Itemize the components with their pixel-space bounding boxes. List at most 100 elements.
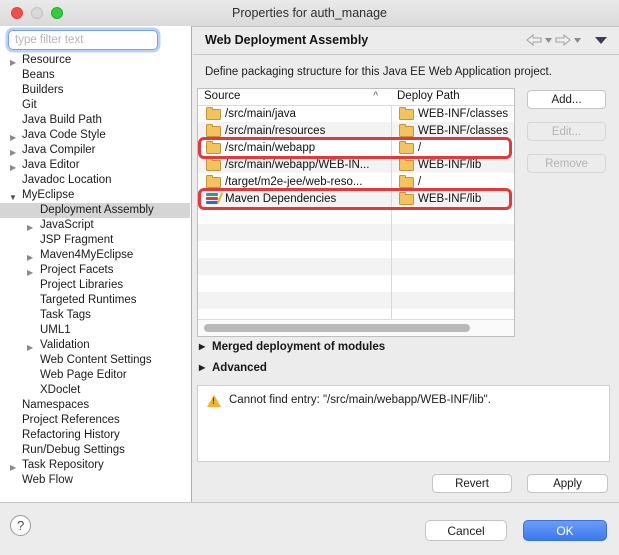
tree-item[interactable]: Project References [0, 413, 190, 428]
collapsed-arrow-icon[interactable]: ▶ [199, 342, 205, 351]
tree-item[interactable]: JavaScript [0, 218, 190, 233]
table-row[interactable]: /src/main/webapp / [198, 139, 514, 156]
preferences-sidebar: Resource Beans Builders Git Java Build P… [0, 26, 192, 502]
expand-arrow-icon[interactable] [9, 128, 21, 143]
tree-item[interactable]: Beans [0, 68, 190, 83]
tree-item[interactable]: Targeted Runtimes [0, 293, 190, 308]
tree-item[interactable]: Java Build Path [0, 113, 190, 128]
section-merged-deployment[interactable]: ▶ Merged deployment of modules [199, 341, 385, 353]
source-cell: Maven Dependencies [198, 190, 391, 207]
tree-item[interactable]: Web Page Editor [0, 368, 190, 383]
tree-item[interactable]: Git [0, 98, 190, 113]
view-menu-icon[interactable] [595, 37, 607, 44]
tree-item[interactable]: Task Repository [0, 458, 190, 473]
source-path: Maven Dependencies [225, 193, 336, 205]
tree-item-label: MyEclipse [22, 189, 74, 201]
tree-item[interactable]: UML1 [0, 323, 190, 338]
deploy-path: WEB-INF/classes [418, 125, 508, 137]
tree-item-label: Targeted Runtimes [40, 294, 137, 306]
tree-item[interactable]: Project Libraries [0, 278, 190, 293]
add-button[interactable]: Add... [527, 90, 606, 109]
tree-item[interactable]: Builders [0, 83, 190, 98]
help-button[interactable]: ? [10, 515, 31, 536]
expand-arrow-icon[interactable] [9, 458, 21, 473]
deploy-cell: / [391, 173, 514, 190]
tree-item[interactable]: Namespaces [0, 398, 190, 413]
expand-arrow-icon[interactable] [9, 158, 21, 173]
expand-arrow-icon[interactable] [9, 143, 21, 158]
tree-item-label: XDoclet [40, 384, 80, 396]
tree-item-label: Javadoc Location [22, 174, 112, 186]
tree-item[interactable]: Resource [0, 53, 190, 68]
folder-icon [399, 160, 414, 171]
table-row[interactable]: /src/main/java WEB-INF/classes [198, 105, 514, 122]
header-divider [193, 54, 619, 55]
back-arrow-icon[interactable] [526, 34, 542, 46]
source-path: /src/main/resources [225, 125, 325, 137]
close-icon[interactable] [11, 7, 23, 19]
expand-arrow-icon[interactable] [26, 218, 38, 233]
tree-item[interactable]: Deployment Assembly [0, 203, 190, 218]
expand-arrow-icon[interactable] [26, 248, 38, 263]
window-title: Properties for auth_manage [0, 0, 619, 26]
tree-item-label: Project Facets [40, 264, 114, 276]
tree-item[interactable]: Javadoc Location [0, 173, 190, 188]
tree-item[interactable]: Java Editor [0, 158, 190, 173]
collapsed-arrow-icon[interactable]: ▶ [199, 363, 205, 372]
table-row[interactable]: /src/main/resources WEB-INF/classes [198, 122, 514, 139]
tree-item-label: Java Editor [22, 159, 80, 171]
tree-item[interactable]: Task Tags [0, 308, 190, 323]
folder-icon [206, 109, 221, 120]
problems-panel: Cannot find entry: "/src/main/webapp/WEB… [197, 385, 610, 462]
tree-item-label: Builders [22, 84, 64, 96]
table-row[interactable]: Maven Dependencies WEB-INF/lib [198, 190, 514, 207]
cancel-button[interactable]: Cancel [425, 520, 507, 541]
tree-item-label: Java Code Style [22, 129, 106, 141]
deploy-path: / [418, 176, 421, 188]
tree-item[interactable]: Validation [0, 338, 190, 353]
back-dropdown-icon[interactable] [545, 38, 552, 43]
horizontal-scrollbar[interactable] [198, 319, 514, 336]
expand-arrow-icon[interactable] [9, 53, 21, 68]
folder-icon [399, 143, 414, 154]
zoom-icon[interactable] [51, 7, 63, 19]
column-header-source[interactable]: Source [204, 90, 240, 102]
tree-item[interactable]: Project Facets [0, 263, 190, 278]
deploy-cell: WEB-INF/classes [391, 105, 514, 122]
tree-item[interactable]: Web Flow [0, 473, 190, 488]
filter-input[interactable] [8, 30, 158, 50]
tree-item-label: UML1 [40, 324, 71, 336]
section-advanced[interactable]: ▶ Advanced [199, 362, 267, 374]
folder-icon [206, 126, 221, 137]
tree-item[interactable]: Run/Debug Settings [0, 443, 190, 458]
section-label: Advanced [212, 362, 267, 374]
deploy-cell: / [391, 139, 514, 156]
deploy-path: WEB-INF/classes [418, 108, 508, 120]
tree-item[interactable]: XDoclet [0, 383, 190, 398]
tree-item[interactable]: Maven4MyEclipse [0, 248, 190, 263]
tree-item[interactable]: Web Content Settings [0, 353, 190, 368]
forward-arrow-icon[interactable] [555, 34, 571, 46]
ok-button[interactable]: OK [523, 520, 607, 541]
expand-arrow-icon[interactable] [9, 188, 21, 203]
titlebar: Properties for auth_manage [0, 0, 619, 27]
scrollbar-thumb[interactable] [204, 324, 470, 332]
tree-item[interactable]: Java Code Style [0, 128, 190, 143]
expand-arrow-icon[interactable] [26, 338, 38, 353]
tree-item[interactable]: Java Compiler [0, 143, 190, 158]
column-header-deploy-path[interactable]: Deploy Path [397, 90, 460, 102]
deploy-cell: WEB-INF/classes [391, 122, 514, 139]
table-row[interactable]: /target/m2e-jee/web-reso... / [198, 173, 514, 190]
tree-item-label: Run/Debug Settings [22, 444, 125, 456]
source-cell: /src/main/webapp [198, 139, 391, 156]
apply-button[interactable]: Apply [527, 474, 608, 493]
forward-dropdown-icon[interactable] [574, 38, 581, 43]
tree-item[interactable]: JSP Fragment [0, 233, 190, 248]
tree-item[interactable]: MyEclipse [0, 188, 190, 203]
revert-button[interactable]: Revert [432, 474, 512, 493]
table-row[interactable]: /src/main/webapp/WEB-IN... WEB-INF/lib [198, 156, 514, 173]
tree-item-label: Deployment Assembly [40, 204, 154, 216]
expand-arrow-icon[interactable] [26, 263, 38, 278]
deploy-cell: WEB-INF/lib [391, 156, 514, 173]
tree-item[interactable]: Refactoring History [0, 428, 190, 443]
